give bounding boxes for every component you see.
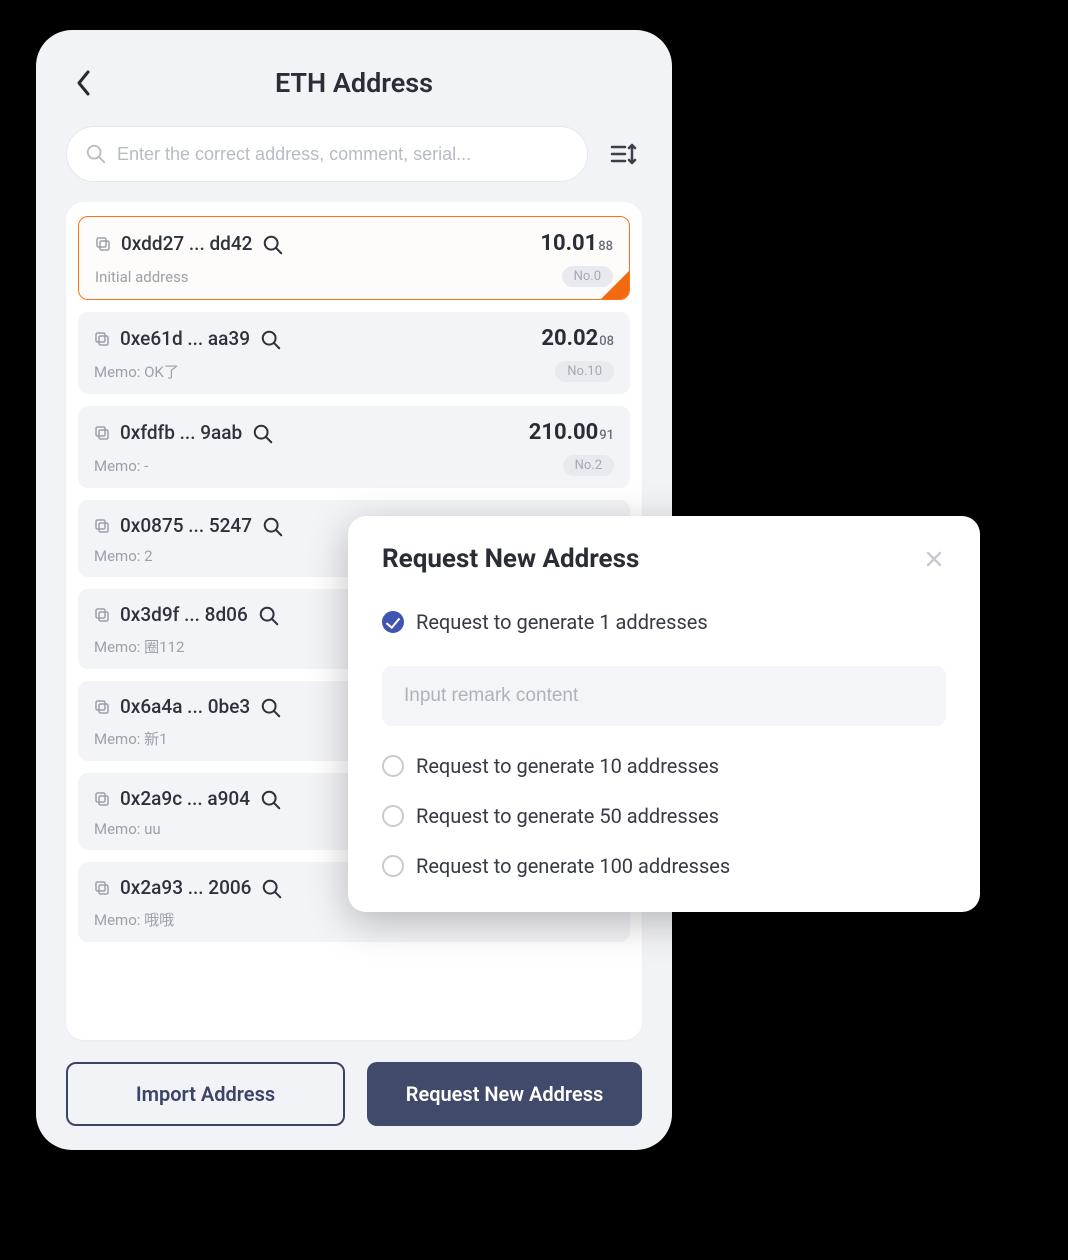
address-row-meta: Memo: OK了 No.10 (94, 361, 614, 382)
copy-icon[interactable] (94, 791, 110, 807)
memo: Memo: 哦哦 (94, 909, 174, 930)
sort-button[interactable] (606, 136, 642, 172)
address-row-meta: Memo: - No.2 (94, 455, 614, 476)
balance: 20.0208 (541, 326, 614, 351)
option-label: Request to generate 10 addresses (416, 754, 719, 778)
magnify-icon[interactable] (262, 234, 282, 254)
header: ETH Address (66, 48, 642, 118)
copy-icon[interactable] (94, 699, 110, 715)
balance-sub: 88 (598, 239, 613, 254)
memo: Initial address (95, 268, 189, 286)
sequence-badge: No.2 (563, 455, 614, 476)
import-address-button[interactable]: Import Address (66, 1062, 345, 1126)
address-text: 0xdd27 ... dd42 (121, 232, 252, 255)
address-row-meta: Memo: 哦哦 (94, 909, 614, 930)
balance-sub: 91 (599, 428, 614, 443)
balance-main: 10.01 (540, 231, 597, 256)
chevron-left-icon (75, 69, 93, 97)
search-input[interactable] (117, 144, 569, 165)
copy-icon[interactable] (94, 880, 110, 896)
search-box[interactable] (66, 126, 588, 182)
option-label: Request to generate 50 addresses (416, 804, 719, 828)
address-item[interactable]: 0xfdfb ... 9aab 210.0091 Memo: - No.2 (78, 406, 630, 488)
page-title: ETH Address (66, 67, 642, 99)
magnify-icon[interactable] (262, 516, 282, 536)
address-row-main: 0xfdfb ... 9aab 210.0091 (94, 420, 614, 445)
magnify-icon[interactable] (260, 329, 280, 349)
copy-icon[interactable] (94, 607, 110, 623)
magnify-icon[interactable] (260, 697, 280, 717)
balance: 210.0091 (529, 420, 614, 445)
radio-checked-icon[interactable] (382, 611, 404, 633)
address-text: 0x2a93 ... 2006 (120, 876, 251, 899)
generate-option[interactable]: Request to generate 1 addresses (382, 610, 946, 634)
address-text: 0xfdfb ... 9aab (120, 421, 242, 444)
memo: Memo: uu (94, 820, 161, 838)
option-label: Request to generate 100 addresses (416, 854, 730, 878)
magnify-icon[interactable] (258, 605, 278, 625)
close-icon (925, 550, 943, 568)
memo: Memo: OK了 (94, 361, 179, 382)
address-text: 0x3d9f ... 8d06 (120, 603, 248, 626)
copy-icon[interactable] (95, 236, 111, 252)
address-item[interactable]: 0xe61d ... aa39 20.0208 Memo: OK了 No.10 (78, 312, 630, 394)
address-text: 0x6a4a ... 0be3 (120, 695, 250, 718)
request-new-address-modal: Request New Address Request to generate … (348, 516, 980, 912)
balance-main: 20.02 (541, 326, 598, 351)
copy-icon[interactable] (94, 425, 110, 441)
memo: Memo: 新1 (94, 728, 168, 749)
memo: Memo: - (94, 457, 148, 475)
radio-unchecked-icon[interactable] (382, 855, 404, 877)
remark-input[interactable] (382, 666, 946, 726)
balance: 10.0188 (540, 231, 613, 256)
back-button[interactable] (66, 65, 102, 101)
address-text: 0xe61d ... aa39 (120, 327, 250, 350)
address-row-main: 0xe61d ... aa39 20.0208 (94, 326, 614, 351)
address-text: 0x0875 ... 5247 (120, 514, 252, 537)
magnify-icon[interactable] (261, 878, 281, 898)
balance-main: 210.00 (529, 420, 599, 445)
radio-unchecked-icon[interactable] (382, 755, 404, 777)
memo: Memo: 2 (94, 547, 153, 565)
option-label: Request to generate 1 addresses (416, 610, 708, 634)
address-row-meta: Initial addressNo.0 (95, 266, 613, 287)
close-button[interactable] (922, 547, 946, 571)
address-item[interactable]: 0xdd27 ... dd42 10.0188 Initial addressNo.… (78, 216, 630, 300)
magnify-icon[interactable] (260, 789, 280, 809)
radio-unchecked-icon[interactable] (382, 805, 404, 827)
modal-header: Request New Address (382, 544, 946, 574)
generate-option[interactable]: Request to generate 10 addresses (382, 754, 946, 778)
sort-icon (609, 141, 639, 167)
copy-icon[interactable] (94, 331, 110, 347)
address-text: 0x2a9c ... a904 (120, 787, 250, 810)
footer: Import Address Request New Address (66, 1062, 642, 1126)
selected-corner-indicator (601, 271, 629, 299)
copy-icon[interactable] (94, 518, 110, 534)
generate-option[interactable]: Request to generate 100 addresses (382, 854, 946, 878)
memo: Memo: 圈112 (94, 636, 184, 657)
request-new-address-button[interactable]: Request New Address (367, 1062, 642, 1126)
modal-title: Request New Address (382, 544, 639, 574)
search-icon (85, 143, 107, 165)
balance-sub: 08 (599, 334, 614, 349)
search-row (66, 126, 642, 182)
address-row-main: 0xdd27 ... dd42 10.0188 (95, 231, 613, 256)
generate-option[interactable]: Request to generate 50 addresses (382, 804, 946, 828)
magnify-icon[interactable] (252, 423, 272, 443)
sequence-badge: No.10 (555, 361, 614, 382)
